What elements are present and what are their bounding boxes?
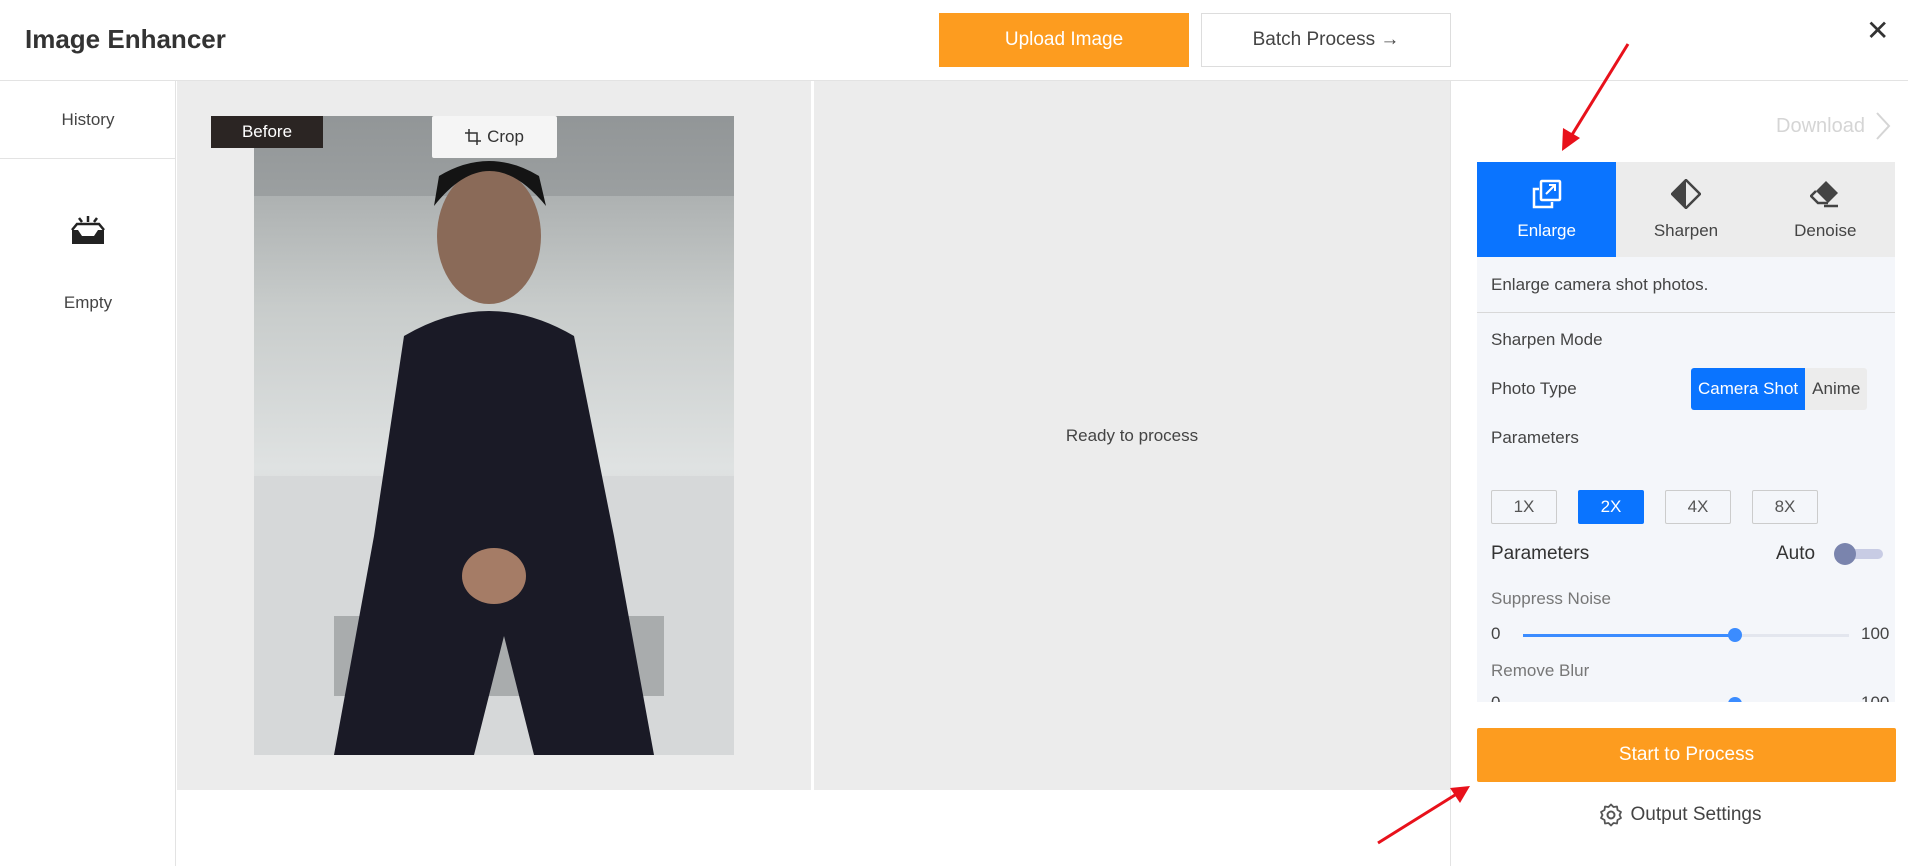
history-tab[interactable]: History [0,81,176,159]
enlarge-icon [1532,179,1561,208]
crop-icon [465,129,482,145]
parameters-label: Parameters [1491,428,1579,447]
photo-type-anime[interactable]: Anime [1805,368,1868,410]
empty-label: Empty [63,293,113,312]
sharpen-mode-label: Sharpen Mode [1491,330,1603,349]
download-label: Download [1776,114,1865,137]
crop-button[interactable]: Crop [432,116,557,158]
suppress-noise-label: Suppress Noise [1491,589,1612,608]
photo-type-label: Photo Type [1491,379,1577,398]
app-title: Image Enhancer [25,24,226,54]
gear-icon [1599,803,1622,827]
auto-toggle[interactable] [1833,542,1883,566]
chevron-right-icon [1876,112,1891,140]
remove-blur-max: 100 [1861,693,1889,702]
suppress-noise-slider[interactable] [1523,628,1849,642]
download-button[interactable]: Download [1776,111,1891,141]
crop-label: Crop [487,127,524,146]
scale-4x[interactable]: 4X [1665,490,1731,524]
remove-blur-label: Remove Blur [1491,661,1590,680]
settings-panel: Download Enlarge Sharpen Denoise Enlarge… [1450,81,1908,866]
before-image [254,116,734,755]
photo-type-toggle: Camera Shot Anime [1691,368,1868,410]
before-label: Before [211,116,323,148]
tab-label: Denoise [1794,220,1857,240]
slider-thumb[interactable] [1727,628,1742,642]
scale-8x[interactable]: 8X [1752,490,1818,524]
history-sidebar: History Empty [0,81,176,866]
batch-process-button[interactable]: Batch Process → [1201,13,1451,67]
tab-denoise[interactable]: Denoise [1756,162,1895,257]
after-panel: Ready to process [814,81,1450,790]
output-settings-label: Output Settings [1630,804,1762,825]
scale-2x[interactable]: 2X [1578,490,1644,524]
header: Image Enhancer Upload Image Batch Proces… [0,0,1908,81]
status-text: Ready to process [1065,425,1199,445]
slider-thumb[interactable] [1727,697,1742,702]
inbox-icon [71,216,105,244]
divider [1477,312,1895,313]
tab-sharpen[interactable]: Sharpen [1616,162,1755,257]
before-panel: Before Crop [177,81,811,790]
close-icon[interactable]: ✕ [1866,14,1889,47]
output-settings-button[interactable]: Output Settings [1451,803,1908,827]
eraser-icon [1810,180,1839,207]
remove-blur-min: 0 [1491,693,1500,702]
mode-description: Enlarge camera shot photos. [1491,275,1709,294]
scale-1x[interactable]: 1X [1491,490,1557,524]
sharpen-icon [1670,178,1701,209]
photo-type-camera-shot[interactable]: Camera Shot [1691,368,1806,410]
tab-label: Enlarge [1517,220,1576,240]
mode-tabs: Enlarge Sharpen Denoise [1477,162,1895,257]
slider-fill [1523,634,1735,637]
suppress-noise-max: 100 [1861,624,1890,643]
scale-options: 1X 2X 4X 8X [1491,490,1818,524]
tab-label: Sharpen [1653,220,1719,240]
start-process-button[interactable]: Start to Process [1477,728,1896,782]
tab-enlarge[interactable]: Enlarge [1477,162,1617,257]
upload-image-button[interactable]: Upload Image [939,13,1189,67]
parameters-heading: Parameters [1491,543,1590,564]
suppress-noise-min: 0 [1491,624,1501,643]
auto-label: Auto [1776,543,1816,564]
settings-body: Enlarge camera shot photos. Sharpen Mode… [1477,257,1895,702]
